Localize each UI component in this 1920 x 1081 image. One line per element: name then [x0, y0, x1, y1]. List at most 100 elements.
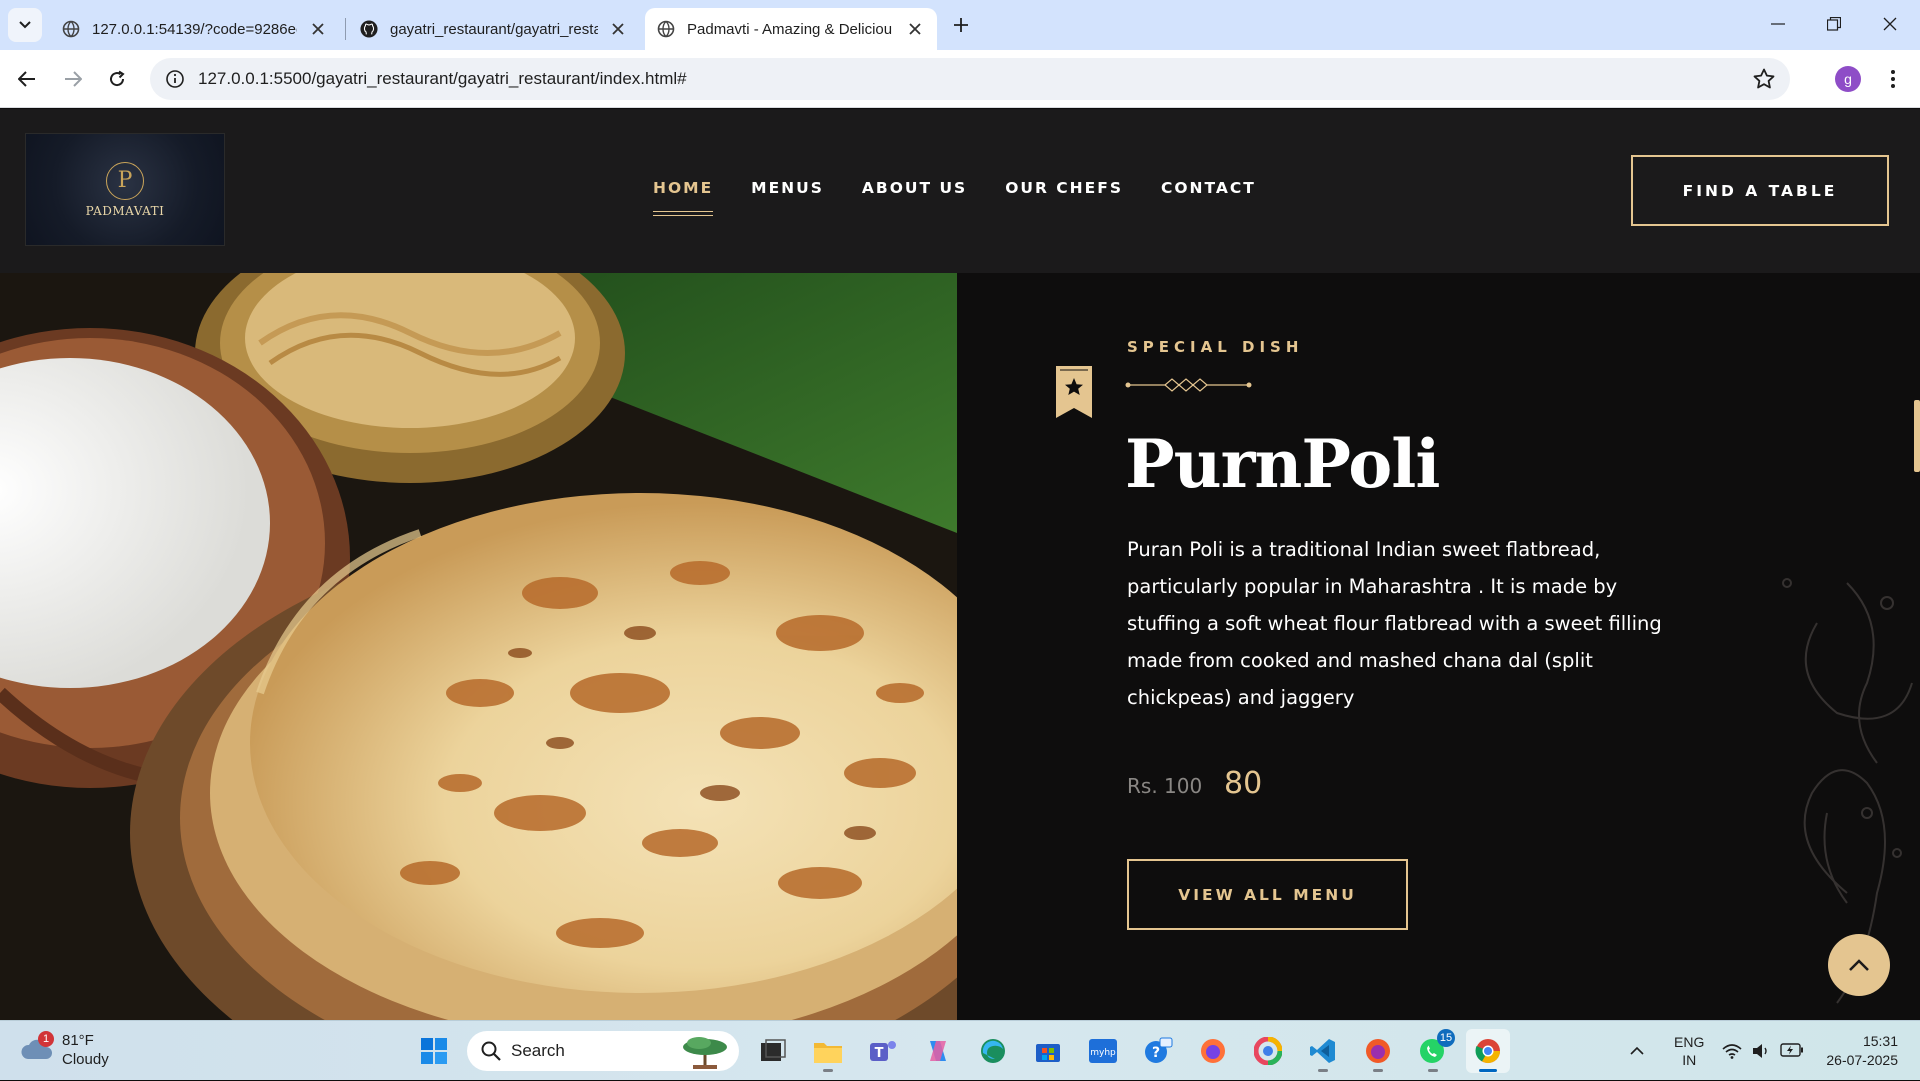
profile-avatar[interactable]: g	[1835, 66, 1861, 92]
region-code: IN	[1682, 1052, 1697, 1068]
whatsapp-button[interactable]: 15	[1411, 1029, 1455, 1073]
svg-text:?: ?	[1152, 1045, 1160, 1061]
teams-icon: T	[870, 1041, 896, 1061]
system-clock[interactable]: 15:31 26-07-2025	[1826, 1032, 1898, 1070]
special-dish-image	[0, 273, 957, 1020]
globe-icon	[657, 20, 675, 38]
view-all-menu-button[interactable]: VIEW ALL MENU	[1127, 859, 1408, 930]
tab-search-button[interactable]	[8, 8, 42, 42]
tab-1[interactable]: 127.0.0.1:54139/?code=9286ee	[50, 8, 340, 50]
chrome-icon	[1475, 1039, 1500, 1064]
input-language[interactable]: ENG IN	[1674, 1033, 1704, 1069]
forward-button[interactable]	[56, 62, 90, 96]
globe-icon	[62, 20, 80, 38]
nav-menus[interactable]: MENUS	[751, 179, 824, 197]
section-subtitle: SPECIAL DISH	[1127, 338, 1304, 356]
star-bookmark-icon	[1056, 366, 1092, 418]
copilot-button[interactable]	[916, 1029, 960, 1073]
task-view-button[interactable]	[751, 1029, 795, 1073]
back-button[interactable]	[10, 62, 44, 96]
show-hidden-icons-button[interactable]	[1630, 1042, 1644, 1060]
find-a-table-button[interactable]: FIND A TABLE	[1631, 155, 1889, 226]
firefox-icon	[1366, 1039, 1390, 1063]
tab-2[interactable]: gayatri_restaurant/gayatri_resta	[348, 8, 640, 50]
nav-our-chefs[interactable]: OUR CHEFS	[1005, 179, 1123, 197]
browser-menu-button[interactable]	[1878, 64, 1908, 94]
tab-3-active[interactable]: Padmavti - Amazing & Deliciou	[645, 8, 937, 50]
weather-widget[interactable]: 1 81°F Cloudy	[20, 1031, 109, 1069]
nav-about-us[interactable]: ABOUT US	[862, 179, 967, 197]
wifi-icon	[1722, 1044, 1742, 1059]
file-explorer-button[interactable]	[806, 1029, 850, 1073]
store-button[interactable]	[1026, 1029, 1070, 1073]
special-dish-section: SPECIAL DISH PurnPoli Puran Poli is a tr…	[957, 273, 1920, 1020]
reload-button[interactable]	[100, 62, 134, 96]
task-view-icon	[761, 1039, 786, 1061]
close-icon[interactable]	[608, 19, 628, 39]
chrome-canary-button[interactable]	[1246, 1029, 1290, 1073]
myhp-icon: myhp	[1089, 1039, 1117, 1063]
chili-sketch-decoration	[1782, 578, 1913, 1004]
vscode-button[interactable]	[1301, 1029, 1345, 1073]
clock-date: 26-07-2025	[1826, 1052, 1898, 1068]
taskbar-search[interactable]: Search	[467, 1031, 739, 1071]
site-info-icon[interactable]	[154, 58, 196, 100]
teams-button[interactable]: T	[861, 1029, 905, 1073]
nav-contact[interactable]: CONTACT	[1161, 179, 1256, 197]
myhp-button[interactable]: myhp	[1081, 1029, 1125, 1073]
close-icon[interactable]	[905, 19, 925, 39]
browser-ring-icon	[1254, 1037, 1282, 1065]
nav-home[interactable]: HOME	[653, 179, 714, 216]
battery-charging-icon	[1780, 1043, 1804, 1057]
system-tray: ENG IN 15:31 26-07-2025	[1630, 1021, 1920, 1081]
logo-text: PADMAVATI	[85, 203, 165, 218]
whatsapp-badge: 15	[1437, 1029, 1455, 1047]
new-tab-button[interactable]	[946, 10, 976, 40]
dish-description: Puran Poli is a traditional Indian sweet…	[1127, 538, 1662, 709]
plus-icon	[954, 18, 968, 32]
weather-temperature: 81°F	[62, 1032, 94, 1049]
github-icon	[360, 20, 378, 38]
search-label: Search	[511, 1041, 565, 1060]
dish-title: PurnPoli	[1125, 425, 1440, 503]
support-assistant-icon: ?	[1145, 1037, 1173, 1063]
url-text: 127.0.0.1:5500/gayatri_restaurant/gayatr…	[198, 69, 687, 88]
restore-icon	[1827, 17, 1841, 31]
edge-icon	[981, 1039, 1005, 1063]
browser-tab-bar: 127.0.0.1:54139/?code=9286ee gayatri_res…	[0, 0, 1920, 50]
close-window-button[interactable]	[1862, 0, 1918, 48]
windows-logo-icon	[421, 1038, 447, 1064]
quick-settings[interactable]	[1722, 1043, 1804, 1059]
start-button[interactable]	[412, 1029, 456, 1073]
chrome-button[interactable]	[1466, 1029, 1510, 1073]
arrow-left-icon	[18, 71, 35, 87]
svg-text:T: T	[875, 1046, 884, 1061]
restore-button[interactable]	[1806, 0, 1862, 48]
chevron-up-icon	[1849, 959, 1869, 971]
tab-title: gayatri_restaurant/gayatri_resta	[390, 20, 598, 38]
firefox-icon	[1201, 1039, 1225, 1063]
bookmark-star-icon[interactable]	[1752, 67, 1776, 91]
decorative-separator-icon	[1125, 378, 1252, 392]
chevron-down-icon	[19, 21, 31, 29]
copilot-icon	[930, 1041, 946, 1061]
taskbar-apps: Search T myhp ? 15	[412, 1029, 1521, 1073]
back-to-top-button[interactable]	[1828, 934, 1890, 996]
vscode-icon	[1310, 1039, 1335, 1063]
support-button[interactable]: ?	[1136, 1029, 1180, 1073]
reload-icon	[110, 70, 125, 87]
close-icon[interactable]	[308, 19, 328, 39]
site-logo[interactable]: P PADMAVATI	[25, 133, 225, 246]
tab-divider	[345, 18, 346, 40]
page-scrollbar-thumb[interactable]	[1914, 400, 1920, 472]
minimize-button[interactable]	[1750, 0, 1806, 48]
firefox-button[interactable]	[1191, 1029, 1235, 1073]
search-icon	[481, 1041, 501, 1061]
site-header: P PADMAVATI HOME MENUS ABOUT US OUR CHEF…	[0, 109, 1920, 273]
address-bar[interactable]: 127.0.0.1:5500/gayatri_restaurant/gayatr…	[150, 58, 1790, 100]
firefox-dev-button[interactable]	[1356, 1029, 1400, 1073]
original-price: Rs. 100	[1127, 774, 1203, 798]
tab-title: Padmavti - Amazing & Deliciou	[687, 20, 893, 38]
edge-button[interactable]	[971, 1029, 1015, 1073]
svg-text:myhp: myhp	[1090, 1048, 1116, 1058]
